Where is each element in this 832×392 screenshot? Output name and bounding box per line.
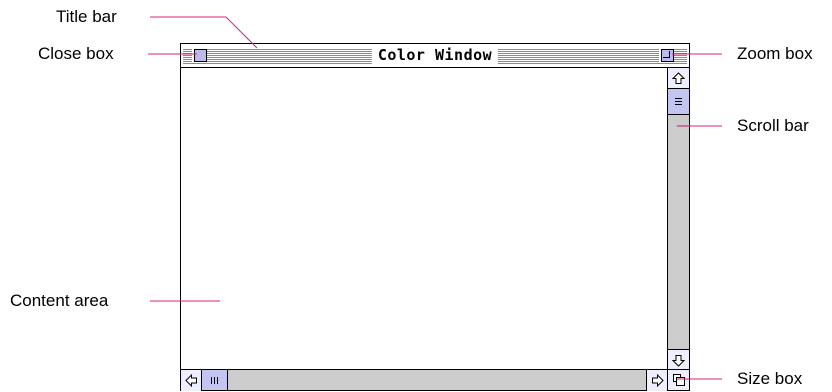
leader-title-bar: [150, 16, 258, 49]
leader-lines: [148, 16, 722, 380]
